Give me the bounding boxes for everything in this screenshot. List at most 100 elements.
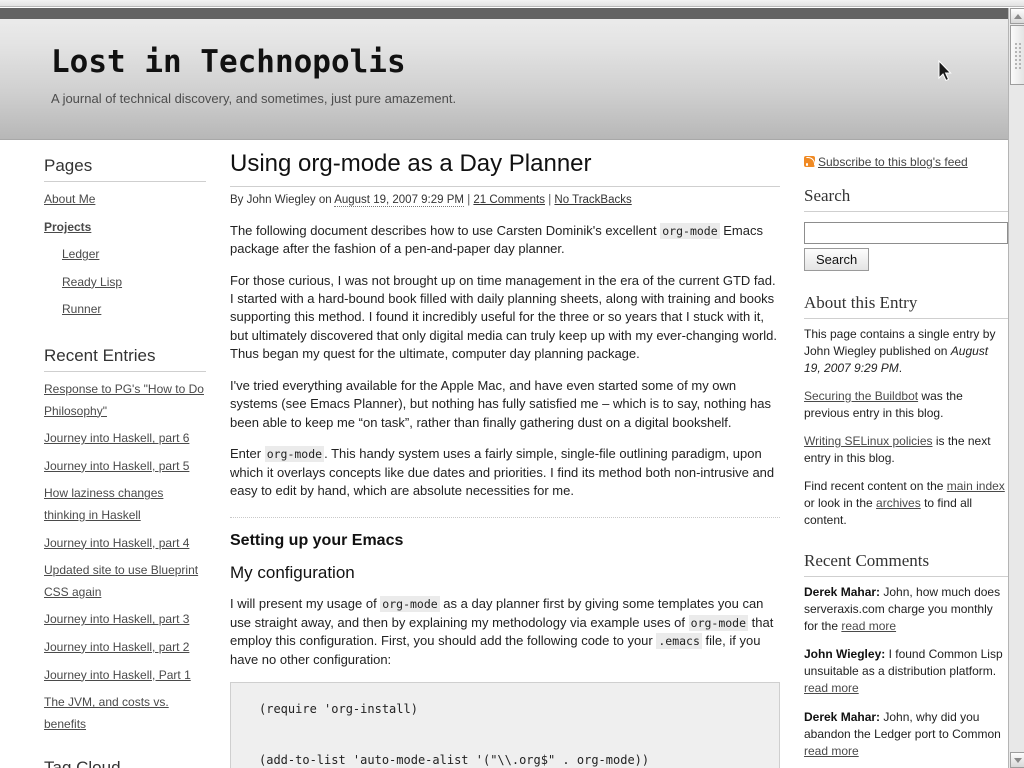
recent-entry-link[interactable]: How laziness changes thinking in Haskell (44, 486, 163, 522)
sidebar-link-ledger[interactable]: Ledger (62, 247, 99, 261)
scroll-down-arrow-icon[interactable] (1010, 752, 1024, 768)
recent-entry-link[interactable]: Journey into Haskell, part 4 (44, 536, 189, 550)
feed-subscribe-link[interactable]: Subscribe to this blog's feed (818, 155, 968, 169)
about-text: . (898, 361, 903, 376)
byline-author: By John Wiegley on (230, 193, 332, 206)
site-tagline: A journal of technical discovery, and so… (51, 91, 457, 106)
list-item: Runner (62, 298, 206, 320)
page-title: Using org-mode as a Day Planner (230, 150, 780, 187)
read-more-link[interactable]: read more (841, 619, 896, 633)
comments-link[interactable]: 21 Comments (473, 194, 545, 206)
site-masthead: Lost in Technopolis A journal of technic… (0, 19, 1008, 140)
widget-search: Search Search (804, 186, 1008, 271)
widget-pages: Pages About Me Projects Ledger Ready Lis… (44, 156, 206, 320)
browser-dark-bar (0, 8, 1008, 19)
list-item: About Me (44, 188, 206, 210)
previous-entry-link[interactable]: Securing the Buildbot (804, 389, 918, 403)
widget-recent-comments: Recent Comments Derek Mahar: John, how m… (804, 551, 1008, 768)
entry-paragraph: For those curious, I was not brought up … (230, 272, 777, 362)
list-item: Journey into Haskell, part 3 (44, 608, 206, 630)
archives-link[interactable]: archives (876, 496, 921, 510)
comment-author: John Wiegley: (804, 647, 886, 662)
sidebar-link-projects[interactable]: Projects (44, 220, 91, 234)
entry-paragraph: I will present my usage of org-mode as a… (230, 595, 780, 669)
comment-author: Derek Mahar: (804, 709, 881, 724)
recent-entry-link[interactable]: Journey into Haskell, part 6 (44, 431, 189, 445)
entry-paragraph: The following document describes how to … (230, 222, 780, 259)
pages-list: About Me Projects Ledger Ready Lisp Runn… (44, 188, 206, 320)
feed-subscribe-line: Subscribe to this blog's feed (804, 156, 1008, 168)
byline-separator: | (548, 193, 552, 206)
widget-title-recent-comments: Recent Comments (804, 551, 1008, 578)
page-viewport: Lost in Technopolis A journal of technic… (0, 19, 1008, 768)
list-item: Journey into Haskell, part 6 (44, 427, 206, 449)
rss-icon (804, 156, 815, 167)
list-item: Journey into Haskell, Part 1 (44, 664, 206, 686)
list-item: Updated site to use Blueprint CSS again (44, 559, 206, 602)
list-item: Projects Ledger Ready Lisp Runner (44, 216, 206, 320)
inline-code: org-mode (688, 614, 749, 631)
inline-code: org-mode (264, 446, 325, 463)
sidebar-link-runner[interactable]: Runner (62, 302, 101, 316)
about-text: or look in the (804, 496, 877, 511)
section-heading-setup: Setting up your Emacs (230, 532, 404, 550)
scrollbar-thumb[interactable] (1010, 25, 1024, 85)
vertical-scrollbar[interactable] (1008, 8, 1024, 768)
main-content: Using org-mode as a Day Planner By John … (230, 150, 780, 768)
recent-entry-link[interactable]: The JVM, and costs vs. benefits (44, 695, 169, 731)
previous-entry-line: Securing the Buildbot was the previous e… (804, 388, 1008, 422)
list-item: Journey into Haskell, part 5 (44, 455, 206, 477)
browser-top-strip (0, 0, 1024, 7)
list-item: Derek Mahar: John, how much does servera… (804, 584, 1008, 635)
recent-entry-link[interactable]: Journey into Haskell, Part 1 (44, 668, 191, 682)
projects-sublist: Ledger Ready Lisp Runner (44, 243, 206, 320)
inline-code: .emacs (656, 633, 702, 650)
read-more-link[interactable]: read more (804, 744, 859, 758)
recent-entry-link[interactable]: Updated site to use Blueprint CSS again (44, 563, 198, 599)
read-more-link[interactable]: read more (804, 681, 859, 695)
widget-title-search: Search (804, 186, 1008, 212)
list-item: Derek Mahar: John, why did you abandon t… (804, 709, 1008, 760)
recent-entry-link[interactable]: Response to PG's "How to Do Philosophy" (44, 382, 204, 418)
list-item: Journey into Haskell, part 4 (44, 532, 206, 554)
list-item: Response to PG's "How to Do Philosophy" (44, 378, 206, 421)
trackbacks-link[interactable]: No TrackBacks (554, 194, 631, 206)
site-title[interactable]: Lost in Technopolis (51, 44, 406, 80)
recent-entry-link[interactable]: Journey into Haskell, part 5 (44, 459, 189, 473)
paragraph-text: I will present my usage of (230, 596, 381, 612)
entry-byline: By John Wiegley on August 19, 2007 9:29 … (230, 193, 780, 207)
widget-tag-cloud: Tag Cloud ApplicationsDVCSEmacsFilesyste… (44, 758, 206, 768)
entry-paragraph: I've tried everything available for the … (230, 377, 771, 430)
next-entry-line: Writing SELinux policies is the next ent… (804, 433, 1008, 467)
section-divider (230, 517, 780, 519)
search-button[interactable]: Search (804, 248, 870, 271)
list-item: Ready Lisp (62, 271, 206, 293)
recent-entries-list: Response to PG's "How to Do Philosophy" … (44, 378, 206, 734)
subsection-heading-configuration: My configuration (230, 563, 355, 583)
find-content-line: Find recent content on the main index or… (804, 478, 1008, 529)
search-input[interactable] (804, 222, 1008, 244)
inline-code: org-mode (380, 596, 440, 613)
recent-entry-link[interactable]: Journey into Haskell, part 3 (44, 612, 189, 626)
sidebar-link-about-me[interactable]: About Me (44, 192, 95, 206)
list-item: Journey into Haskell, part 2 (44, 636, 206, 658)
byline-separator: | (467, 193, 471, 206)
paragraph-text: Enter (230, 446, 265, 462)
widget-title-recent-entries: Recent Entries (44, 346, 206, 372)
inline-code: org-mode (660, 222, 720, 239)
recent-entry-link[interactable]: Journey into Haskell, part 2 (44, 640, 189, 654)
scrollbar-grip-icon (1014, 42, 1023, 70)
left-sidebar: Pages About Me Projects Ledger Ready Lis… (44, 156, 206, 768)
next-entry-link[interactable]: Writing SELinux policies (804, 434, 933, 448)
list-item: John Wiegley: I found Common Lisp unsuit… (804, 646, 1008, 697)
code-block: (require 'org-install) (add-to-list 'aut… (230, 682, 780, 768)
widget-recent-entries: Recent Entries Response to PG's "How to … (44, 346, 206, 734)
widget-title-tag-cloud: Tag Cloud (44, 758, 206, 768)
scroll-up-arrow-icon[interactable] (1010, 8, 1024, 24)
widget-title-pages: Pages (44, 156, 206, 182)
main-index-link[interactable]: main index (947, 479, 1005, 493)
about-text: Find recent content on the (804, 479, 947, 494)
sidebar-link-ready-lisp[interactable]: Ready Lisp (62, 275, 122, 289)
entry-date: August 19, 2007 9:29 PM (334, 193, 464, 207)
list-item: How laziness changes thinking in Haskell (44, 482, 206, 525)
